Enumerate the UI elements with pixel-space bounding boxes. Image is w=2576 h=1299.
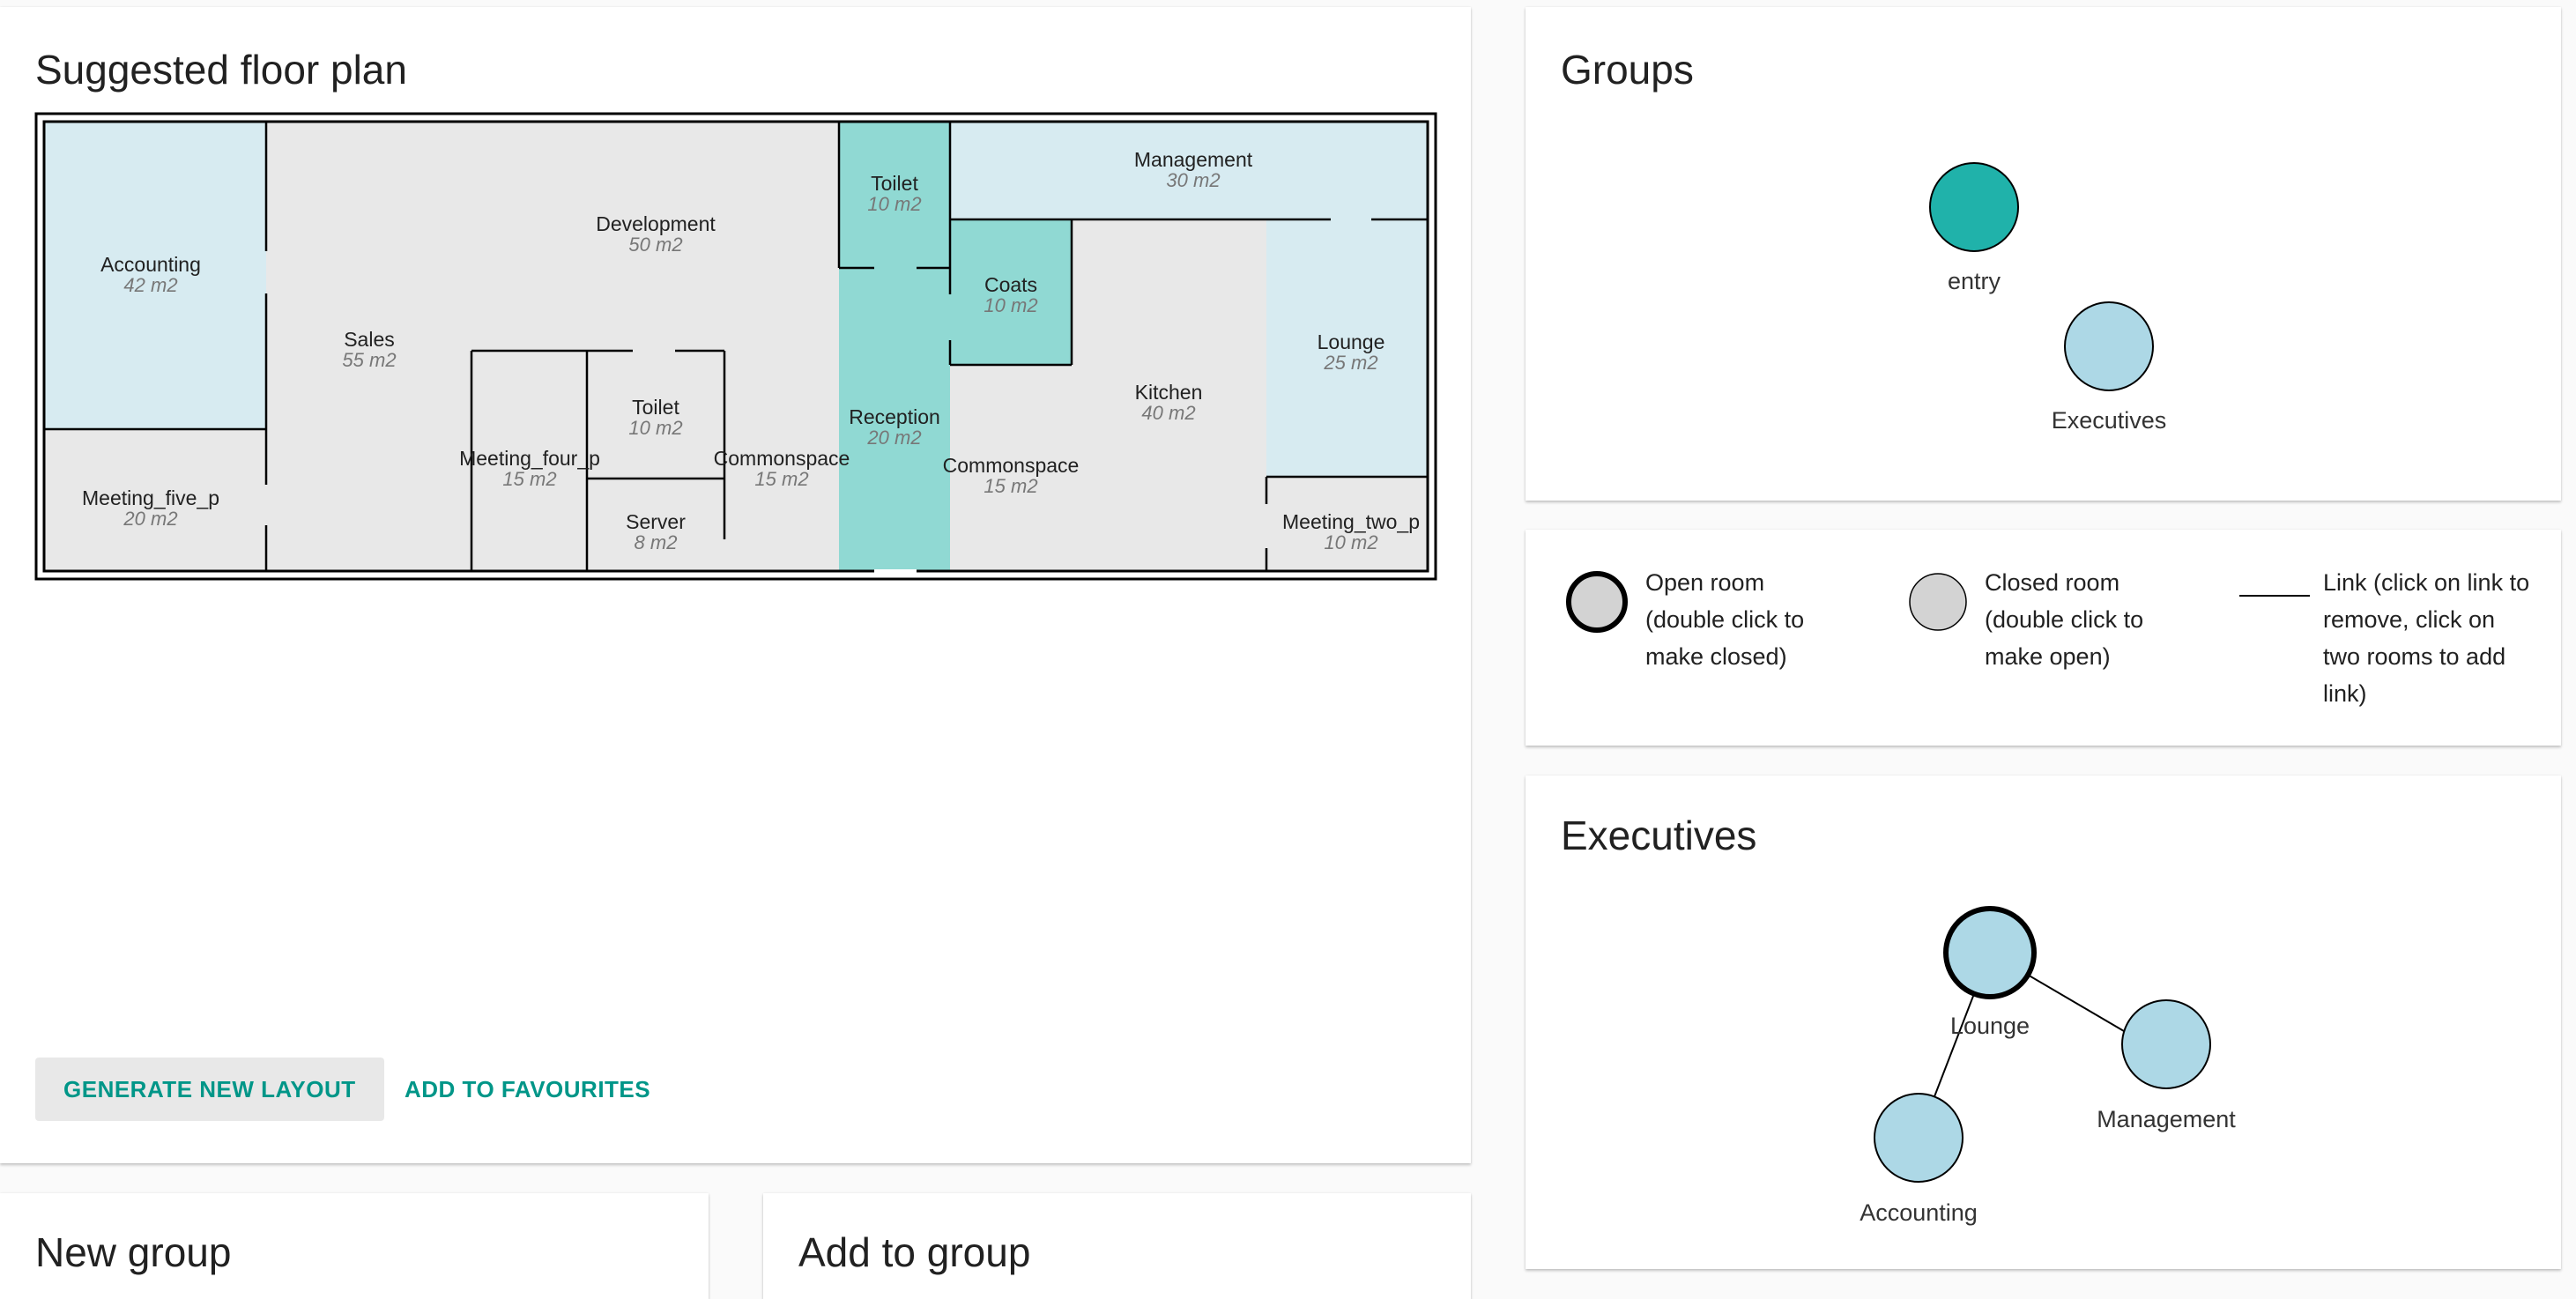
new-group-title: New group (35, 1229, 232, 1275)
svg-text:Coats: Coats (984, 273, 1037, 296)
room-label: Commonspace (943, 454, 1080, 477)
svg-text:Development: Development (596, 212, 716, 235)
svg-text:10 m2: 10 m2 (984, 294, 1037, 316)
room-label: Meeting_four_p (459, 447, 600, 470)
exec-node-label: Lounge (1950, 1013, 2030, 1039)
exec-node-label: Accounting (1860, 1199, 1978, 1226)
generate-new-layout-button[interactable]: GENERATE NEW LAYOUT (35, 1058, 384, 1121)
groups-card: Groups entry Executives (1526, 7, 2561, 501)
svg-text:10 m2: 10 m2 (867, 193, 921, 215)
room-area: 15 m2 (984, 475, 1037, 497)
svg-text:Kitchen: Kitchen (1135, 381, 1203, 404)
svg-text:50 m2: 50 m2 (628, 234, 682, 256)
svg-text:Meeting_two_p: Meeting_two_p (1282, 510, 1420, 533)
svg-text:Toilet: Toilet (632, 396, 679, 419)
room-area: 20 m2 (866, 427, 921, 449)
room-area: 10 m2 (867, 193, 921, 215)
svg-text:30 m2: 30 m2 (1166, 169, 1220, 191)
room-label: Meeting_five_p (82, 486, 219, 509)
exec-node-management[interactable] (2121, 999, 2211, 1089)
svg-text:Lounge: Lounge (1318, 330, 1385, 353)
svg-text:Management: Management (1134, 148, 1253, 171)
room-area: 50 m2 (628, 234, 682, 256)
floor-plan: Accounting 42 m2 Meeting_five_p 20 m2 Sa… (34, 112, 1437, 581)
link-legend: Link (click on link to remove, click on … (2323, 569, 2530, 707)
room-area: 30 m2 (1166, 169, 1220, 191)
svg-text:15 m2: 15 m2 (984, 475, 1037, 497)
svg-text:Server: Server (626, 510, 686, 533)
room-label: Commonspace (714, 447, 850, 470)
svg-text:Sales: Sales (344, 328, 395, 351)
svg-text:20 m2: 20 m2 (122, 508, 177, 530)
legend-card: Open room (double click to make closed) … (1526, 530, 2561, 746)
room-area: 15 m2 (502, 468, 556, 490)
svg-text:Meeting_four_p: Meeting_four_p (459, 447, 600, 470)
svg-text:Meeting_five_p: Meeting_five_p (82, 486, 219, 509)
floor-plan-card: Suggested floor plan Accounting 42 m2 Me… (0, 7, 1471, 1163)
room-label: Coats (984, 273, 1037, 296)
room-label: Server (626, 510, 686, 533)
add-to-favourites-button[interactable]: ADD TO FAVOURITES (405, 1058, 650, 1121)
svg-text:15 m2: 15 m2 (754, 468, 808, 490)
group-node-label: entry (1948, 268, 2001, 294)
svg-text:20 m2: 20 m2 (866, 427, 921, 449)
closed-room-legend: Closed room (double click to make open) (1985, 569, 2144, 670)
svg-text:Reception: Reception (849, 405, 940, 428)
closed-room-icon (1909, 573, 1967, 631)
svg-text:8 m2: 8 m2 (635, 531, 678, 553)
room-area: 20 m2 (122, 508, 177, 530)
new-group-card: New group (0, 1193, 709, 1299)
room-area: 15 m2 (754, 468, 808, 490)
svg-text:entry: entry (1948, 268, 2001, 294)
svg-text:Executives: Executives (2052, 407, 2167, 434)
room-label: Accounting (100, 253, 201, 276)
svg-text:10 m2: 10 m2 (628, 417, 682, 439)
add-to-group-card: Add to group (763, 1193, 1471, 1299)
open-room-icon (1566, 571, 1628, 633)
svg-text:15 m2: 15 m2 (502, 468, 556, 490)
room-area: 10 m2 (628, 417, 682, 439)
group-node-entry[interactable] (1929, 162, 2019, 252)
svg-text:Accounting: Accounting (1860, 1199, 1978, 1226)
room-area: 42 m2 (123, 274, 177, 296)
room-label: Meeting_two_p (1282, 510, 1420, 533)
group-node-executives[interactable] (2064, 301, 2154, 391)
svg-text:10 m2: 10 m2 (1324, 531, 1377, 553)
svg-text:42 m2: 42 m2 (123, 274, 177, 296)
executives-card: Executives Lounge Management Accounting (1526, 776, 2561, 1269)
room-label: Reception (849, 405, 940, 428)
svg-text:Management: Management (2097, 1106, 2236, 1132)
room-label: Toilet (632, 396, 679, 419)
svg-text:Lounge: Lounge (1950, 1013, 2030, 1039)
svg-text:Commonspace: Commonspace (714, 447, 850, 470)
exec-node-lounge[interactable] (1943, 906, 2037, 999)
room-label: Development (596, 212, 716, 235)
room-area: 8 m2 (635, 531, 678, 553)
svg-text:Commonspace: Commonspace (943, 454, 1080, 477)
groups-graph: entry Executives (1929, 162, 2167, 434)
room-area: 10 m2 (984, 294, 1037, 316)
room-label: Toilet (871, 172, 918, 195)
executives-graph: Lounge Management Accounting (1860, 906, 2236, 1226)
room-area: 40 m2 (1141, 402, 1195, 424)
room-label: Sales (344, 328, 395, 351)
link-icon (2239, 595, 2310, 597)
room-label: Lounge (1318, 330, 1385, 353)
room-label: Management (1134, 148, 1253, 171)
svg-text:Accounting: Accounting (100, 253, 201, 276)
exec-node-label: Management (2097, 1106, 2236, 1132)
room-label: Kitchen (1135, 381, 1203, 404)
svg-text:55 m2: 55 m2 (342, 349, 396, 371)
open-room-legend: Open room (double click to make closed) (1645, 569, 1805, 670)
exec-node-accounting[interactable] (1874, 1093, 1964, 1183)
add-to-group-title: Add to group (798, 1229, 1031, 1275)
room-area: 55 m2 (342, 349, 396, 371)
svg-text:40 m2: 40 m2 (1141, 402, 1195, 424)
svg-text:Toilet: Toilet (871, 172, 918, 195)
room-area: 25 m2 (1323, 352, 1377, 374)
svg-text:25 m2: 25 m2 (1323, 352, 1377, 374)
room-area: 10 m2 (1324, 531, 1377, 553)
group-node-label: Executives (2052, 407, 2167, 434)
